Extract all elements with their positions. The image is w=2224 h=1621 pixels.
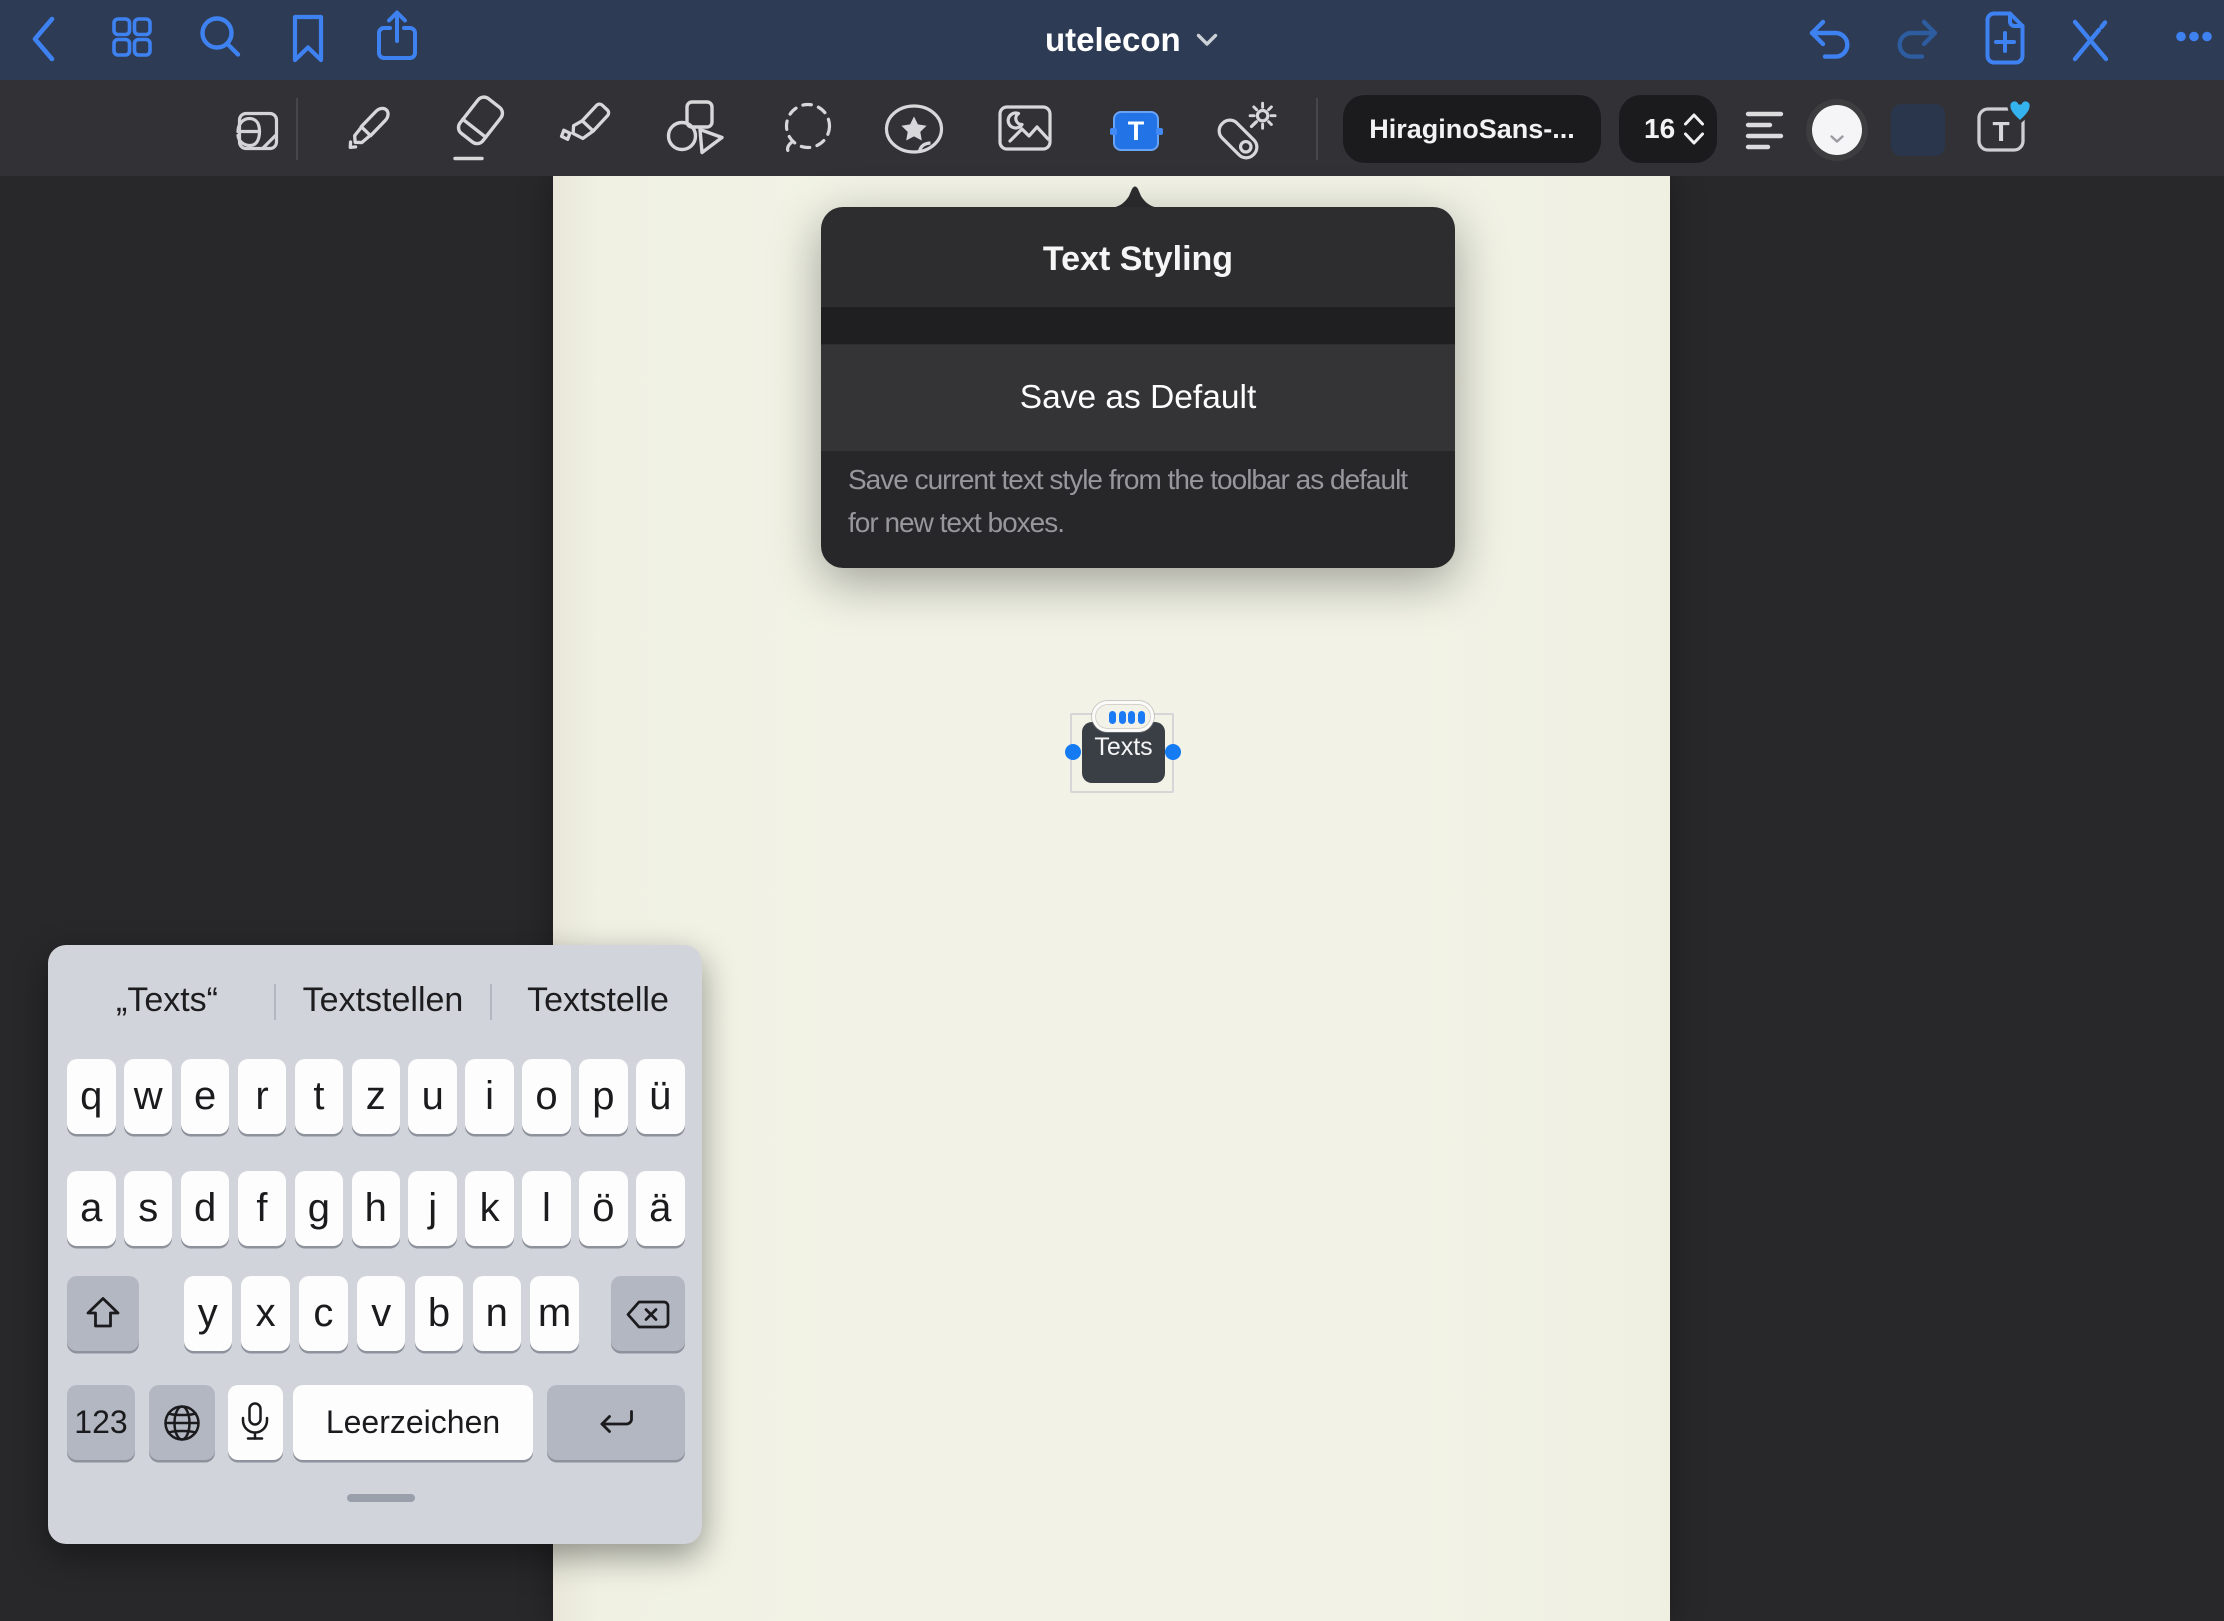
svg-text:T: T bbox=[1992, 116, 2009, 147]
